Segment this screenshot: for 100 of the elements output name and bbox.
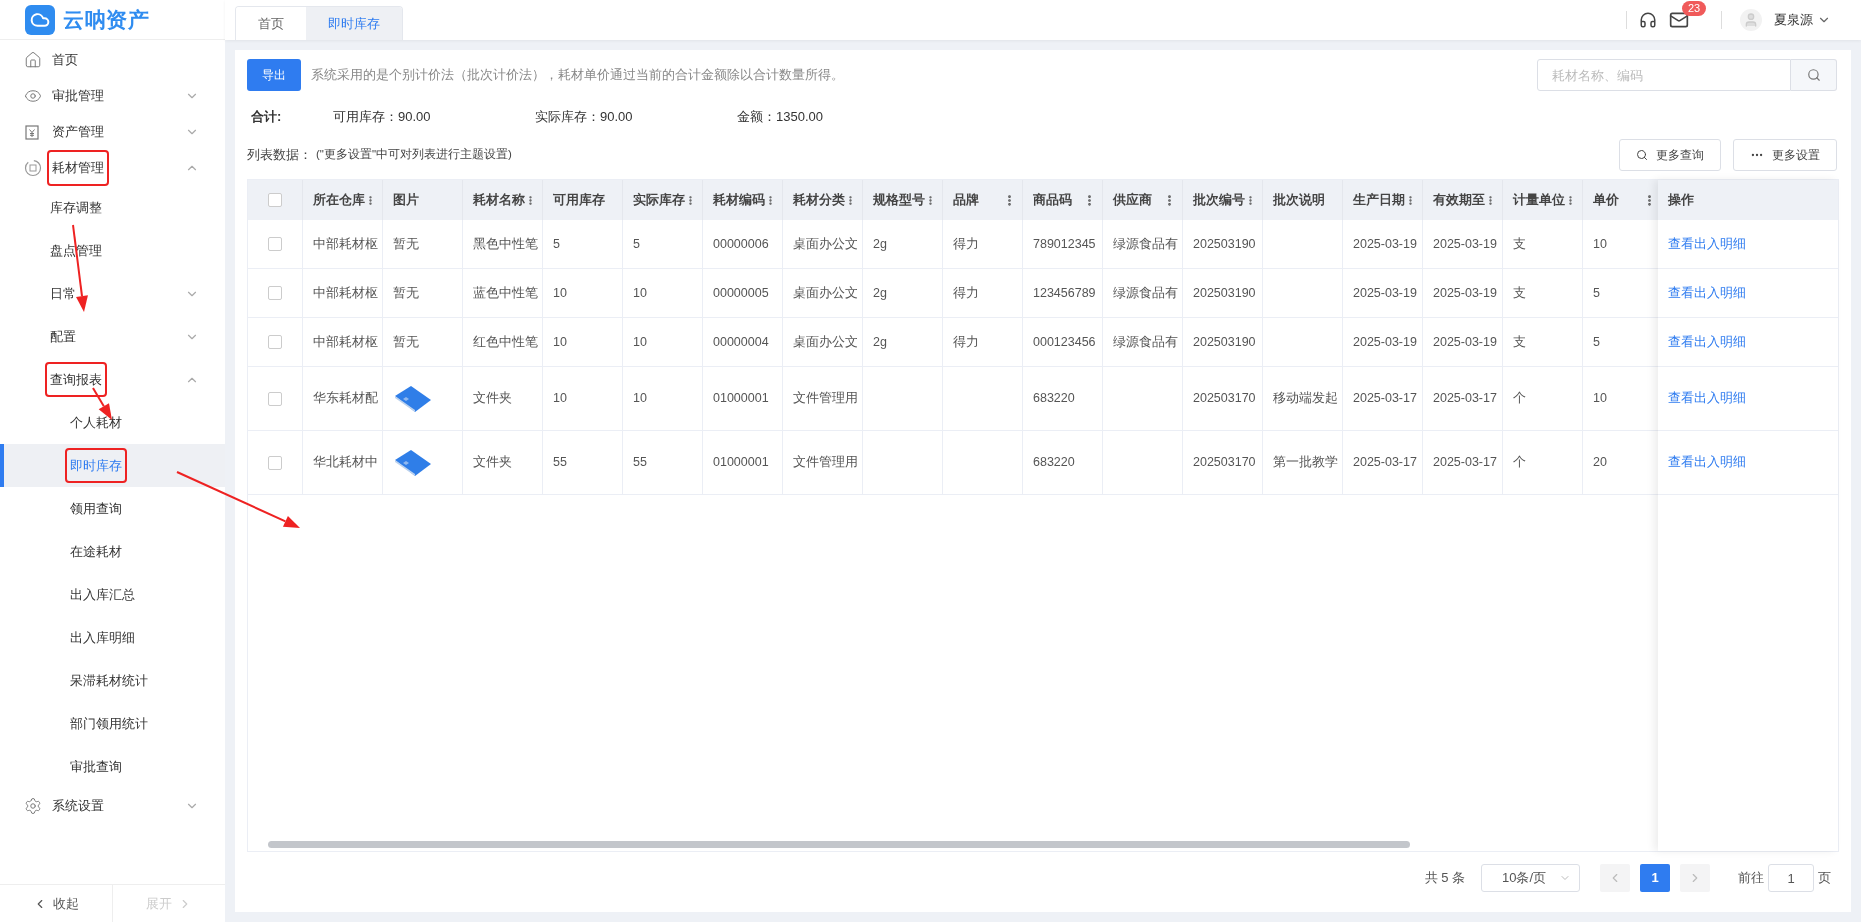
table-cell-text: 5 xyxy=(553,235,560,253)
goto-page-field[interactable]: 1 xyxy=(1768,864,1814,892)
user-silhouette-icon xyxy=(1743,12,1759,28)
sidebar-item[interactable]: 在途耗材 xyxy=(0,530,225,573)
column-header[interactable]: 计量单位 xyxy=(1503,180,1583,220)
headset-icon[interactable] xyxy=(1639,11,1657,29)
sidebar-item[interactable]: 即时库存 xyxy=(0,444,225,487)
sidebar-item[interactable]: 系统设置 xyxy=(0,788,225,824)
select-all-checkbox[interactable] xyxy=(268,193,282,207)
table-cell-text: 10 xyxy=(553,390,567,408)
collapse-button[interactable]: 收起 xyxy=(0,885,113,922)
table-cell-text: 桌面办公文 xyxy=(793,235,858,253)
column-header[interactable]: 商品码 xyxy=(1023,180,1103,220)
column-header[interactable]: 耗材名称 xyxy=(463,180,543,220)
sidebar-item[interactable]: 个人耗材 xyxy=(0,401,225,444)
table-cell-text: 20 xyxy=(1593,454,1607,472)
column-header[interactable]: 品牌 xyxy=(943,180,1023,220)
sidebar-item[interactable]: 配置 xyxy=(0,315,225,358)
page-tab[interactable]: 即时库存 xyxy=(306,7,402,40)
sidebar-item[interactable]: 部门领用统计 xyxy=(0,702,225,745)
table-cell-text: 10 xyxy=(1593,390,1607,408)
sidebar-item[interactable]: 库存调整 xyxy=(0,186,225,229)
table-cell-text: 2g xyxy=(873,333,887,351)
sidebar-item[interactable]: 资产管理 xyxy=(0,114,225,150)
view-details-link[interactable]: 查看出入明细 xyxy=(1668,234,1746,254)
sidebar-item[interactable]: 出入库汇总 xyxy=(0,573,225,616)
sidebar-item-label: 查询报表 xyxy=(47,363,105,396)
material-circle-icon xyxy=(24,159,42,177)
sidebar-item[interactable]: 领用查询 xyxy=(0,487,225,530)
view-details-link[interactable]: 查看出入明细 xyxy=(1668,453,1746,472)
column-header[interactable]: 所在仓库 xyxy=(303,180,383,220)
column-header[interactable]: 可用库存 xyxy=(543,180,623,220)
view-details-link[interactable]: 查看出入明细 xyxy=(1668,332,1746,352)
user-menu[interactable]: 夏泉源 xyxy=(1774,10,1831,30)
column-header[interactable]: 批次编号 xyxy=(1183,180,1263,220)
table-cell-text: 10 xyxy=(633,390,647,408)
column-header[interactable]: 供应商 xyxy=(1103,180,1183,220)
table-cell-text: 202503170 xyxy=(1193,454,1256,472)
page-button[interactable]: 1 xyxy=(1640,864,1670,892)
row-checkbox[interactable] xyxy=(268,237,282,251)
table-cell-text: 00000004 xyxy=(713,333,769,351)
column-header[interactable]: 生产日期 xyxy=(1343,180,1423,220)
table-cell-text: 5 xyxy=(633,235,640,253)
search-button[interactable] xyxy=(1791,59,1837,91)
column-header[interactable]: 有效期至 xyxy=(1423,180,1503,220)
search-field[interactable]: 耗材名称、编码 xyxy=(1537,59,1791,91)
sidebar-item-label: 系统设置 xyxy=(52,797,104,816)
column-header[interactable]: 耗材编码 xyxy=(703,180,783,220)
list-label: 列表数据： xyxy=(247,146,312,165)
sidebar-item-label: 出入库明细 xyxy=(70,628,135,647)
column-header[interactable]: 规格型号 xyxy=(863,180,943,220)
sidebar-item-label: 审批管理 xyxy=(52,87,104,106)
table-cell-text: 桌面办公文 xyxy=(793,333,858,351)
view-details-link[interactable]: 查看出入明细 xyxy=(1668,389,1746,408)
sidebar-item[interactable]: 审批查询 xyxy=(0,745,225,788)
table-cell-text: 文件夹 xyxy=(473,390,512,408)
sidebar-item-label: 个人耗材 xyxy=(70,413,122,432)
sidebar-item[interactable]: 出入库明细 xyxy=(0,616,225,659)
list-hint: ("更多设置"中可对列表进行主题设置) xyxy=(316,147,512,163)
table-cell-text: 10 xyxy=(553,333,567,351)
column-header[interactable]: 耗材分类 xyxy=(783,180,863,220)
table-cell-text: 黑色中性笔 xyxy=(473,235,538,253)
more-settings-button[interactable]: 更多设置 xyxy=(1733,139,1837,171)
mail-icon[interactable] xyxy=(1669,10,1689,30)
sidebar-item[interactable]: 日常 xyxy=(0,272,225,315)
view-details-link[interactable]: 查看出入明细 xyxy=(1668,283,1746,303)
table-cell-text: 暂无 xyxy=(393,333,419,351)
sidebar-item[interactable]: 耗材管理 xyxy=(0,150,225,186)
sidebar-item[interactable]: 审批管理 xyxy=(0,78,225,114)
table-cell-text: 202503170 xyxy=(1193,390,1256,408)
table-cell-text: 202503190 xyxy=(1193,284,1256,302)
table-cell-text: 得力 xyxy=(953,235,979,253)
table-cell-text: 华北耗材中 xyxy=(313,454,378,472)
column-header[interactable]: 图片 xyxy=(383,180,463,220)
table-cell-text: 10 xyxy=(633,333,647,351)
horizontal-scrollbar[interactable] xyxy=(268,840,1410,848)
summary-value: 实际库存：90.00 xyxy=(535,108,634,127)
column-header[interactable]: 实际库存 xyxy=(623,180,703,220)
sidebar-item[interactable]: 呆滞耗材统计 xyxy=(0,659,225,702)
table-cell-text: 2025-03-19 xyxy=(1433,284,1497,302)
table-cell-text: 红色中性笔 xyxy=(473,333,538,351)
row-checkbox[interactable] xyxy=(268,391,282,406)
search-icon xyxy=(1636,149,1648,161)
row-checkbox[interactable] xyxy=(268,455,282,470)
table-cell-text: 000123456 xyxy=(1033,333,1096,351)
eye-icon xyxy=(24,87,42,105)
table-cell-text: 683220 xyxy=(1033,390,1075,408)
table-cell-text: 2025-03-19 xyxy=(1353,333,1417,351)
export-button[interactable]: 导出 xyxy=(247,59,301,91)
table-cell-text: 2025-03-17 xyxy=(1433,454,1497,472)
more-query-button[interactable]: 更多查询 xyxy=(1619,139,1721,171)
sidebar-item-label: 日常 xyxy=(50,284,76,303)
row-checkbox[interactable] xyxy=(268,335,282,349)
page-size-select[interactable]: 10条/页 xyxy=(1481,864,1580,892)
sidebar-item[interactable]: 查询报表 xyxy=(0,358,225,401)
row-checkbox[interactable] xyxy=(268,286,282,300)
sidebar-item[interactable]: 首页 xyxy=(0,42,225,78)
page-tab[interactable]: 首页 xyxy=(236,7,306,40)
column-header[interactable]: 批次说明 xyxy=(1263,180,1343,220)
table-cell-text: 中部耗材枢 xyxy=(313,284,378,302)
